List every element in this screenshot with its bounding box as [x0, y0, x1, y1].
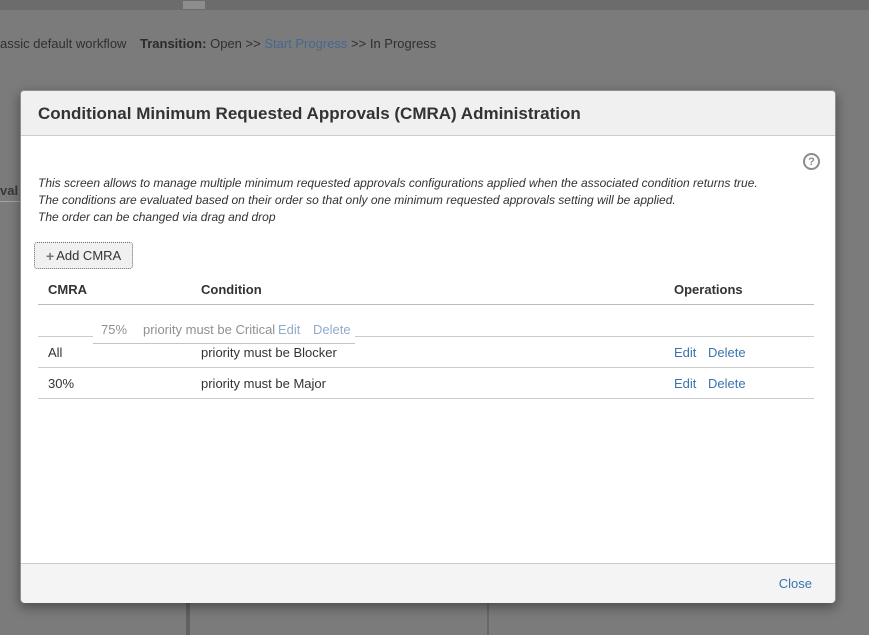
header-operations: Operations: [674, 279, 743, 301]
background-tab-underline: [0, 201, 22, 202]
cmra-admin-dialog: Conditional Minimum Requested Approvals …: [20, 90, 836, 603]
screen: assic default workflow Transition: Open …: [0, 0, 869, 635]
header-cmra: CMRA: [48, 279, 87, 301]
add-cmra-button[interactable]: + Add CMRA: [34, 242, 133, 269]
description-line-3: The order can be changed via drag and dr…: [38, 209, 798, 226]
help-icon[interactable]: ?: [803, 153, 820, 170]
dialog-footer: Close: [21, 563, 835, 603]
add-cmra-button-label: Add CMRA: [56, 248, 121, 263]
table-row[interactable]: 30% priority must be Major Edit Delete: [38, 369, 814, 399]
background-top-navbar: [0, 0, 869, 10]
row-delete-link[interactable]: Delete: [708, 338, 746, 368]
row-cmra-value: 30%: [48, 369, 74, 399]
transition-to: >> In Progress: [351, 36, 436, 51]
dragged-row-delete-link[interactable]: Delete: [313, 317, 351, 342]
cmra-table-header: CMRA Condition Operations: [38, 279, 814, 305]
dragged-row-cmra-value: 75%: [101, 317, 127, 342]
workflow-name-label: assic default workflow: [0, 36, 126, 51]
start-progress-link[interactable]: Start Progress: [264, 36, 347, 51]
dialog-description: This screen allows to manage multiple mi…: [38, 175, 798, 226]
row-delete-link[interactable]: Delete: [708, 369, 746, 399]
description-line-2: The conditions are evaluated based on th…: [38, 192, 798, 209]
description-line-1: This screen allows to manage multiple mi…: [38, 175, 798, 192]
dialog-title: Conditional Minimum Requested Approvals …: [38, 91, 581, 136]
background-panel-divider-left: [186, 603, 190, 635]
background-approvals-tab-fragment: val: [0, 183, 18, 198]
row-edit-link[interactable]: Edit: [674, 338, 696, 368]
transition-label: Transition:: [140, 36, 206, 51]
row-condition-value: priority must be Major: [201, 369, 326, 399]
background-navbar-highlight: [183, 1, 205, 9]
header-condition: Condition: [201, 279, 262, 301]
background-panel-divider-right: [487, 603, 489, 635]
dragged-row-edit-link[interactable]: Edit: [278, 317, 300, 342]
transition-breadcrumb: Transition: Open >> Start Progress >> In…: [140, 36, 436, 51]
row-cmra-value: All: [48, 338, 62, 368]
close-button[interactable]: Close: [779, 564, 812, 604]
row-edit-link[interactable]: Edit: [674, 369, 696, 399]
dragged-row-condition-value: priority must be Critical: [143, 317, 275, 342]
dialog-header: Conditional Minimum Requested Approvals …: [21, 91, 835, 136]
transition-from: Open >>: [210, 36, 261, 51]
dragged-row[interactable]: 75% priority must be Critical Edit Delet…: [93, 317, 355, 344]
plus-icon: +: [46, 248, 54, 264]
